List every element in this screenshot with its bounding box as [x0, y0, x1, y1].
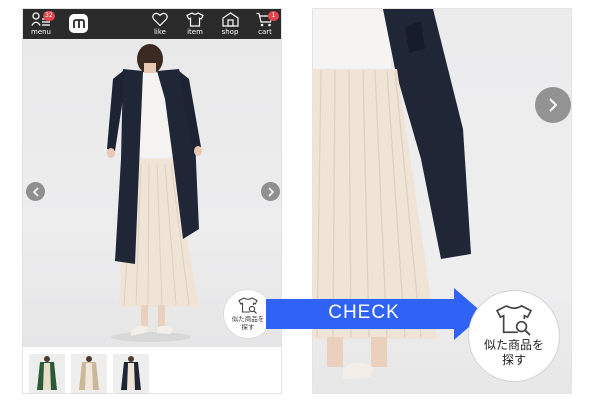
like-button[interactable]: like [147, 12, 173, 38]
product-photo[interactable]: 似た商品を 探す [23, 39, 281, 347]
thumbnail-green-coat[interactable] [29, 354, 65, 393]
phone-screen: menu 32 like item shop cart 1 似た商品を 探す [22, 8, 282, 394]
shop-button[interactable]: shop [217, 12, 243, 38]
item-label: item [187, 28, 203, 36]
thumbnail-strip [23, 347, 281, 393]
heart-icon [152, 12, 168, 27]
find-similar-label-enlarged: 似た商品を 探す [483, 338, 544, 367]
tshirt-icon [186, 12, 204, 27]
next-image-button[interactable] [261, 182, 280, 201]
item-button[interactable]: item [182, 12, 208, 38]
m-logo[interactable] [69, 14, 88, 33]
m-logo-icon [72, 18, 85, 28]
thumbnail-beige-coat[interactable] [71, 354, 107, 393]
tshirt-search-icon [495, 304, 533, 336]
store-icon [221, 12, 239, 27]
find-similar-button-enlarged[interactable]: 似た商品を 探す [468, 290, 560, 382]
thumbnail-navy-coat[interactable] [113, 354, 149, 393]
next-image-button-large[interactable] [535, 87, 571, 123]
tshirt-search-icon [238, 297, 258, 314]
check-callout-label: CHECK [328, 302, 400, 323]
like-label: like [153, 28, 166, 36]
prev-image-button[interactable] [26, 182, 45, 201]
find-similar-label: 似た商品を 探す [231, 315, 265, 331]
chevron-left-icon [32, 186, 39, 197]
cart-badge: 1 [268, 11, 279, 21]
menu-badge: 32 [43, 11, 55, 21]
cart-button[interactable]: cart 1 [252, 11, 279, 38]
menu-label: menu [31, 28, 51, 36]
shop-label: shop [221, 28, 239, 36]
chevron-right-icon [549, 98, 558, 112]
menu-button[interactable]: menu 32 [28, 11, 55, 38]
top-nav-bar: menu 32 like item shop cart 1 [23, 9, 281, 39]
chevron-right-icon [267, 186, 274, 197]
cart-label: cart [258, 28, 272, 36]
